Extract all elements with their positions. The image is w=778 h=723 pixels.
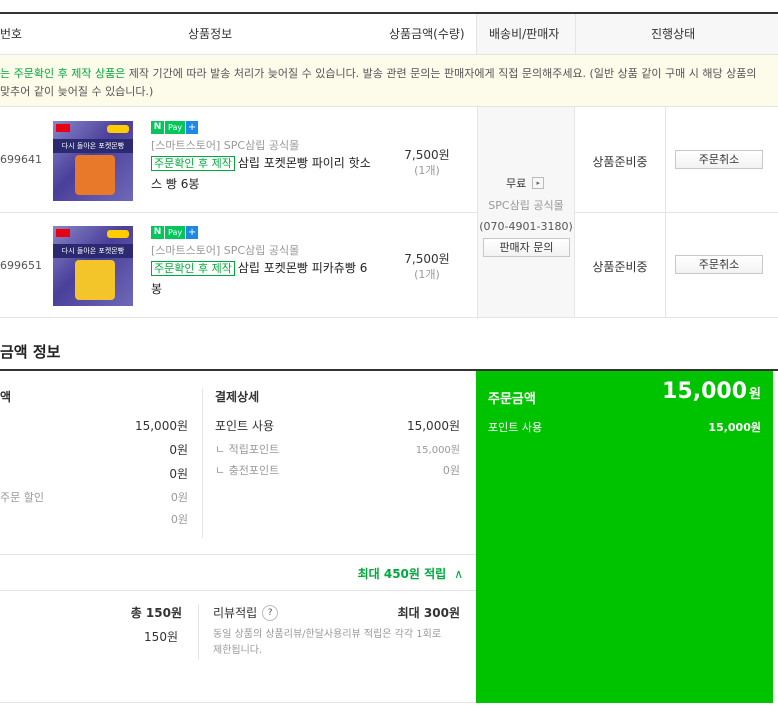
review-reward-label: 리뷰적립 bbox=[213, 606, 258, 620]
order-discount-label: 주문 할인 bbox=[0, 491, 44, 504]
product-name-line2: 봉 bbox=[151, 282, 163, 296]
item-price: 7,500원 bbox=[404, 252, 450, 266]
review-reward-max: 최대 300원 bbox=[397, 606, 460, 620]
store-link[interactable]: [스마트스토어] SPC삼립 공식몰 bbox=[151, 137, 299, 153]
max-reward-label: 최대 450원 적립 bbox=[357, 567, 447, 581]
order-total-label: 주문금액 bbox=[488, 392, 536, 407]
order-total-amount: 15,000 원 bbox=[662, 379, 761, 404]
cancel-order-button[interactable]: 주문취소 bbox=[675, 255, 763, 274]
product-thumbnail[interactable]: 다시 돌아온 포켓몬빵 bbox=[53, 226, 133, 306]
naver-pay-badge: N Pay + bbox=[151, 121, 199, 134]
total-reward-sub: 150원 bbox=[144, 630, 178, 644]
product-name-line2: 스 빵 6봉 bbox=[151, 177, 200, 191]
summary-value: 0원 bbox=[170, 491, 188, 504]
product-name[interactable]: 주문확인 후 제작 삼립 포켓몬빵 파이리 핫소 스 빵 6봉 bbox=[151, 153, 376, 194]
divider bbox=[0, 554, 476, 555]
pokemon-logo-icon bbox=[107, 230, 129, 238]
cancel-order-button[interactable]: 주문취소 bbox=[675, 150, 763, 169]
summary-value: 0원 bbox=[170, 513, 188, 526]
column-divider bbox=[202, 388, 203, 538]
brand-logo-icon bbox=[56, 124, 70, 132]
brand-logo-icon bbox=[56, 229, 70, 237]
review-reward-note: 동일 상품의 상품리뷰/한달사용리뷰 적립은 각각 1회로 제한됩니다. bbox=[213, 627, 463, 659]
bread-package-icon bbox=[75, 260, 115, 300]
product-name-line1: 삼립 포켓몬빵 피카츄빵 6 bbox=[237, 261, 368, 275]
point-use-value: 15,000원 bbox=[406, 419, 460, 433]
help-icon[interactable]: ? bbox=[262, 604, 279, 621]
summary-value: 0원 bbox=[169, 467, 188, 481]
product-thumbnail[interactable]: 다시 돌아온 포켓몬빵 bbox=[53, 121, 133, 201]
plus-icon: + bbox=[186, 121, 199, 134]
thumbnail-banner: 다시 돌아온 포켓몬빵 bbox=[53, 139, 133, 153]
earned-point-label: ㄴ 적립포인트 bbox=[215, 443, 280, 456]
store-link[interactable]: [스마트스토어] SPC삼립 공식몰 bbox=[151, 242, 299, 258]
charge-point-value: 0원 bbox=[442, 464, 460, 477]
summary-value: 15,000원 bbox=[134, 419, 188, 433]
naver-pay-badge: N Pay + bbox=[151, 226, 199, 239]
made-to-order-tag: 주문확인 후 제작 bbox=[151, 261, 235, 276]
seller-phone: (070-4901-3180) bbox=[479, 220, 573, 233]
point-use-label: 포인트 사용 bbox=[215, 419, 275, 433]
order-status: 상품준비중 bbox=[592, 155, 648, 169]
divider bbox=[0, 702, 476, 703]
header-divider bbox=[575, 14, 576, 54]
charge-point-label: ㄴ 충전포인트 bbox=[215, 464, 280, 477]
col-shipping-seller: 배송비/판매자 bbox=[489, 27, 560, 41]
shipping-fee[interactable]: 무료 ▸ bbox=[506, 175, 545, 191]
review-note-line1: 동일 상품의 상품리뷰/한달사용리뷰 적립은 각각 1회로 bbox=[213, 629, 442, 640]
naver-n-icon: N bbox=[151, 226, 164, 239]
section-title: 금액 정보 bbox=[0, 343, 61, 361]
total-reward: 총 150원 bbox=[130, 606, 182, 620]
earned-point-value: 15,000원 bbox=[415, 445, 460, 456]
order-number: 699641 bbox=[0, 153, 42, 166]
header-divider bbox=[476, 14, 477, 54]
pay-label: Pay bbox=[165, 226, 186, 239]
item-price: 7,500원 bbox=[404, 148, 450, 162]
item-quantity: (1개) bbox=[414, 164, 440, 177]
payment-detail-header: 결제상세 bbox=[215, 390, 260, 404]
bread-package-icon bbox=[75, 155, 115, 195]
column-divider bbox=[198, 604, 199, 660]
notice-text: 제작 기간에 따라 발송 처리가 늦어질 수 있습니다. 발송 관련 문의는 판… bbox=[125, 67, 757, 80]
made-to-order-tag: 주문확인 후 제작 bbox=[151, 156, 235, 171]
summary-value: 0원 bbox=[169, 443, 188, 457]
point-use-value: 15,000원 bbox=[708, 421, 761, 434]
pokemon-logo-icon bbox=[107, 125, 129, 133]
thumbnail-banner: 다시 돌아온 포켓몬빵 bbox=[53, 244, 133, 258]
pay-label: Pay bbox=[165, 121, 186, 134]
product-name-line1: 삼립 포켓몬빵 파이리 핫소 bbox=[237, 156, 371, 170]
notice-text-line2: 맞추어 같이 늦어질 수 있습니다.) bbox=[0, 85, 154, 98]
order-total-panel: 주문금액 15,000 원 포인트 사용 15,000원 bbox=[476, 371, 773, 703]
made-to-order-notice: 는 주문확인 후 제작 상품은 제작 기간에 따라 발송 처리가 늦어질 수 있… bbox=[0, 54, 778, 107]
seller-inquiry-button[interactable]: 판매자 문의 bbox=[483, 238, 570, 257]
col-product-info: 상품정보 bbox=[188, 27, 233, 41]
review-reward: 리뷰적립 ? bbox=[213, 604, 279, 621]
column-divider bbox=[665, 107, 666, 317]
order-status: 상품준비중 bbox=[592, 260, 648, 274]
shipping-fee-label: 무료 bbox=[506, 177, 527, 190]
max-reward-toggle[interactable]: 최대 450원 적립 ∧ bbox=[300, 565, 463, 582]
divider bbox=[0, 590, 476, 591]
product-name[interactable]: 주문확인 후 제작 삼립 포켓몬빵 피카츄빵 6 봉 bbox=[151, 258, 376, 299]
price-summary-header: 액 bbox=[0, 390, 12, 404]
shipping-detail-arrow-icon[interactable]: ▸ bbox=[532, 177, 545, 189]
order-number: 699651 bbox=[0, 259, 42, 272]
col-status: 진행상태 bbox=[651, 27, 696, 41]
order-total-value: 15,000 bbox=[662, 379, 748, 404]
col-order-no: 번호 bbox=[0, 27, 23, 41]
naver-n-icon: N bbox=[151, 121, 164, 134]
seller-name[interactable]: SPC삼립 공식몰 bbox=[477, 197, 575, 213]
notice-highlight: 는 주문확인 후 제작 상품은 bbox=[0, 67, 126, 80]
review-note-line2: 제한됩니다. bbox=[213, 645, 263, 656]
item-quantity: (1개) bbox=[414, 268, 440, 281]
col-amount-qty: 상품금액(수량) bbox=[389, 27, 465, 41]
point-use-label: 포인트 사용 bbox=[488, 421, 543, 434]
chevron-up-icon: ∧ bbox=[454, 566, 463, 581]
plus-icon: + bbox=[186, 226, 199, 239]
order-total-unit: 원 bbox=[749, 387, 761, 402]
